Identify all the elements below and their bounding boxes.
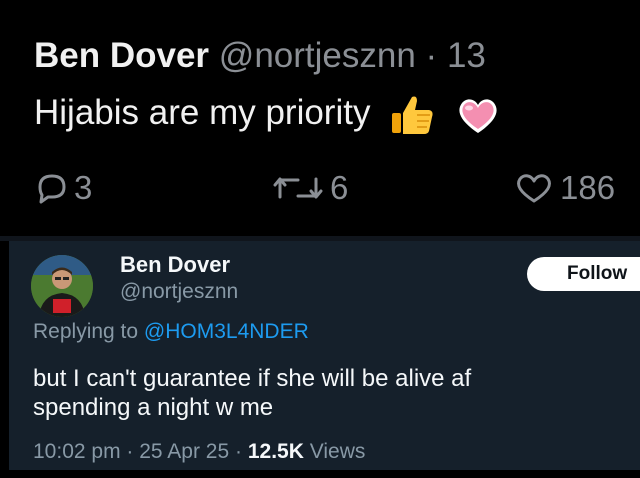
retweet-icon <box>273 177 323 199</box>
top-tweet-header: Ben Dover @nortjesznn · 13 <box>34 34 486 78</box>
top-tweet-text: Hijabis are my priority <box>34 93 371 132</box>
quoted-tweet-card: Ben Dover @nortjesznn Follow Replying to… <box>9 241 640 470</box>
follow-label: Follow <box>567 263 628 284</box>
tweet-meta: 10:02 pm · 25 Apr 25 · 12.5K Views <box>33 440 365 464</box>
top-time-separator: · <box>425 36 438 75</box>
quoted-tweet-line2: spending a night w me <box>33 394 274 421</box>
thumbs-up-emoji-icon <box>388 93 436 137</box>
top-author-name[interactable]: Ben Dover <box>34 36 209 75</box>
reply-button[interactable]: 3 <box>34 166 92 210</box>
top-tweet-time[interactable]: 13 <box>447 36 486 75</box>
top-tweet: Ben Dover @nortjesznn · 13 Hijabis are m… <box>0 0 640 236</box>
views-label: Views <box>309 440 366 463</box>
top-author-handle[interactable]: @nortjesznn <box>219 36 416 75</box>
avatar[interactable] <box>31 255 93 317</box>
retweet-count: 6 <box>330 169 349 206</box>
meta-separator: · <box>235 440 242 463</box>
top-tweet-body: Hijabis are my priority <box>34 91 502 137</box>
quoted-tweet-text: but I can't guarantee if she will be ali… <box>33 364 471 422</box>
quoted-tweet-line1: but I can't guarantee if she will be ali… <box>33 365 472 392</box>
follow-button[interactable]: Follow <box>527 257 640 291</box>
pink-heart-emoji-icon <box>454 93 502 137</box>
tweet-time[interactable]: 10:02 pm <box>33 440 121 463</box>
reply-count: 3 <box>74 169 93 206</box>
like-button[interactable]: 186 <box>512 166 615 210</box>
reply-icon <box>38 174 66 204</box>
bottom-edge <box>0 470 640 478</box>
replying-mention-link[interactable]: @HOM3L4NDER <box>144 320 309 343</box>
tweet-date[interactable]: 25 Apr 25 <box>139 440 229 463</box>
like-count: 186 <box>560 169 616 206</box>
heart-icon <box>517 174 551 203</box>
views-count: 12.5K <box>247 440 304 463</box>
meta-separator: · <box>126 440 134 463</box>
quoted-author-handle[interactable]: @nortjesznn <box>120 280 238 304</box>
replying-to: Replying to @HOM3L4NDER <box>33 320 309 344</box>
retweet-button[interactable]: 6 <box>270 166 348 210</box>
quoted-author-name[interactable]: Ben Dover <box>120 252 230 278</box>
replying-prefix: Replying to <box>33 320 139 343</box>
